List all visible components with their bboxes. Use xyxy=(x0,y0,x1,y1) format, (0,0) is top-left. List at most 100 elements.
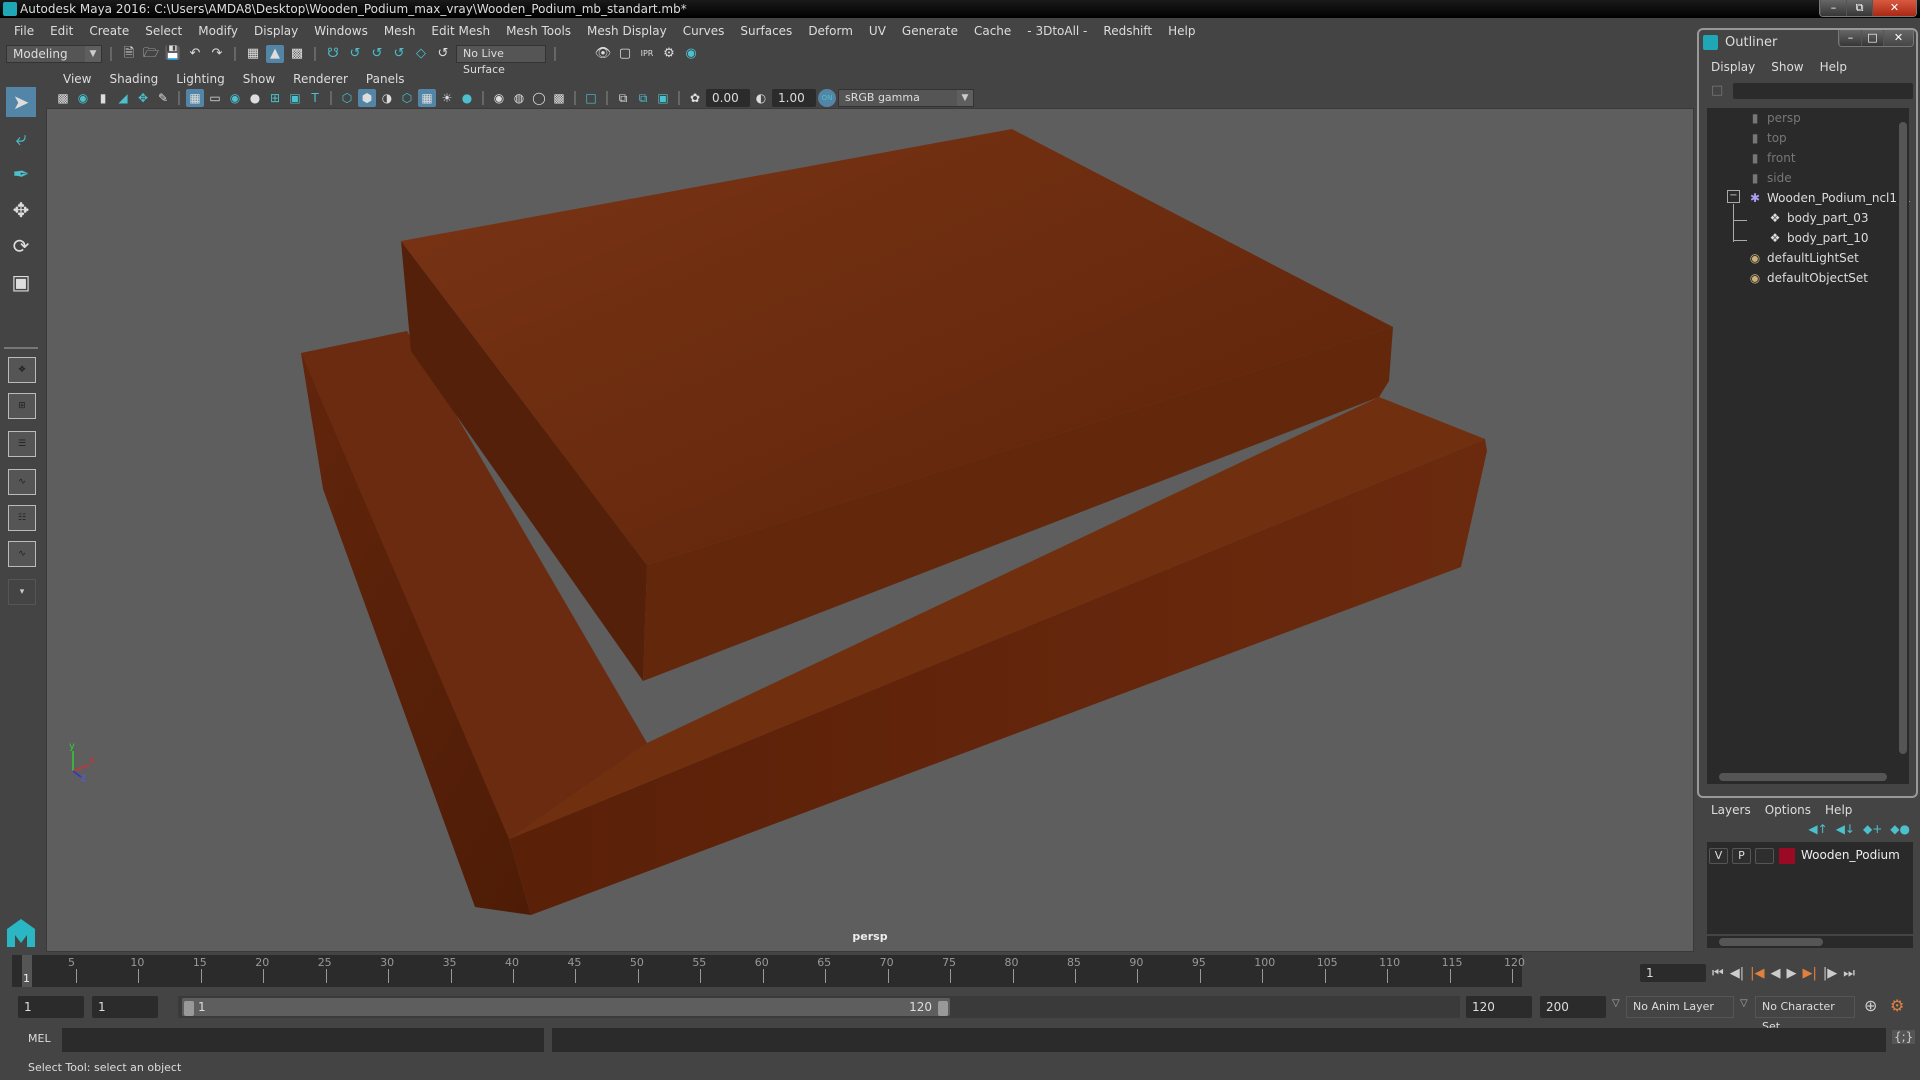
snap-grid-icon[interactable]: ☋ xyxy=(324,45,342,63)
redo-icon[interactable]: ↷ xyxy=(208,45,226,63)
image-plane-icon[interactable]: ◢ xyxy=(114,89,132,107)
xray-joints-icon[interactable]: ⧉ xyxy=(634,89,652,107)
outliner-minimize-button[interactable]: – xyxy=(1839,30,1861,46)
restore-button[interactable]: ⧉ xyxy=(1846,0,1872,16)
rotate-tool-icon[interactable]: ⟳ xyxy=(6,231,36,261)
scroll-thumb[interactable] xyxy=(1719,773,1887,781)
anti-aliasing-icon[interactable]: ◯ xyxy=(530,89,548,107)
menu-select[interactable]: Select xyxy=(137,24,190,38)
snap-surface-icon[interactable]: ◇ xyxy=(412,45,430,63)
outliner-item-default-light-set[interactable]: ◉ defaultLightSet xyxy=(1747,248,1859,268)
select-component-icon[interactable]: ▩ xyxy=(288,45,306,63)
menu-display[interactable]: Display xyxy=(246,24,306,38)
gamma-field[interactable]: 1.00 xyxy=(772,89,816,107)
render-current-icon[interactable]: ▢ xyxy=(616,45,634,63)
field-chart-icon[interactable]: ⊞ xyxy=(266,89,284,107)
mel-label[interactable]: MEL xyxy=(28,1032,51,1045)
xray-components-icon[interactable]: ▣ xyxy=(654,89,672,107)
anim-layer-dropdown[interactable]: No Anim Layer xyxy=(1626,996,1734,1018)
animation-preferences-icon[interactable]: ⚙ xyxy=(1890,996,1904,1015)
scroll-thumb[interactable] xyxy=(1719,938,1823,946)
range-slider[interactable]: 1 120 xyxy=(178,996,1460,1018)
auto-key-icon[interactable]: ⊕ xyxy=(1864,996,1877,1015)
scroll-thumb[interactable] xyxy=(1899,122,1907,754)
persp-graph-layout-icon[interactable]: ∿ xyxy=(8,469,36,495)
collapse-toggle-icon[interactable]: − xyxy=(1727,190,1740,203)
render-settings-icon[interactable]: ⚙ xyxy=(660,45,678,63)
save-scene-icon[interactable]: 💾 xyxy=(164,45,182,63)
select-hierarchy-icon[interactable]: ▦ xyxy=(244,45,262,63)
grease-pencil-icon[interactable]: ✎ xyxy=(154,89,172,107)
new-layer-icon[interactable]: ◆+ xyxy=(1863,822,1882,836)
safe-action-icon[interactable]: ▣ xyxy=(286,89,304,107)
menu-create[interactable]: Create xyxy=(81,24,137,38)
menu-file[interactable]: File xyxy=(6,24,42,38)
outliner-item-default-object-set[interactable]: ◉ defaultObjectSet xyxy=(1747,268,1868,288)
3d-viewport[interactable]: y x z persp xyxy=(46,108,1694,952)
snap-curve-icon[interactable]: ↺ xyxy=(346,45,364,63)
animation-start-field[interactable]: 1 xyxy=(18,996,84,1018)
go-to-end-icon[interactable]: ⏭ xyxy=(1843,966,1855,981)
render-view-icon[interactable]: 👁 xyxy=(594,45,612,63)
single-view-layout-icon[interactable]: ❖ xyxy=(8,357,36,383)
outliner-menu-show[interactable]: Show xyxy=(1771,60,1819,74)
step-forward-key-icon[interactable]: ▶| xyxy=(1802,966,1816,981)
xray-icon[interactable]: ⧉ xyxy=(614,89,632,107)
outliner-item-top[interactable]: ▮ top xyxy=(1747,128,1787,148)
menu-curves[interactable]: Curves xyxy=(675,24,733,38)
move-tool-icon[interactable]: ✥ xyxy=(6,195,36,225)
outliner-item-side[interactable]: ▮ side xyxy=(1747,168,1792,188)
outliner-vertical-scrollbar[interactable] xyxy=(1897,108,1909,770)
panel-menu-view[interactable]: View xyxy=(54,72,100,86)
menu-redshift[interactable]: Redshift xyxy=(1095,24,1160,38)
new-layer-from-selection-icon[interactable]: ◆● xyxy=(1890,822,1910,836)
layer-menu-layers[interactable]: Layers xyxy=(1711,803,1765,817)
live-surface-field[interactable]: No Live Surface xyxy=(456,45,546,76)
motion-blur-icon[interactable]: ◍ xyxy=(510,89,528,107)
panel-menu-panels[interactable]: Panels xyxy=(357,72,414,86)
range-slider-fill[interactable]: 1 120 xyxy=(182,998,950,1016)
isolate-select-icon[interactable]: □ xyxy=(582,89,600,107)
outliner-item-body-part-10[interactable]: ❖ body_part_10 xyxy=(1767,228,1869,248)
camera-attributes-icon[interactable]: ◉ xyxy=(74,89,92,107)
color-management-toggle-icon[interactable]: ON xyxy=(818,89,836,107)
filter-icon[interactable]: □ xyxy=(1711,83,1723,98)
2d-pan-zoom-icon[interactable]: ✥ xyxy=(134,89,152,107)
outliner-close-button[interactable]: ✕ xyxy=(1883,30,1913,46)
range-end-handle[interactable] xyxy=(938,1001,948,1016)
mel-input[interactable] xyxy=(62,1028,544,1052)
playback-end-field[interactable]: 120 xyxy=(1466,996,1532,1018)
play-forward-icon[interactable]: ▶ xyxy=(1786,966,1796,981)
play-backward-icon[interactable]: ◀ xyxy=(1770,966,1780,981)
outliner-maximize-button[interactable]: □ xyxy=(1861,30,1883,46)
playback-start-field[interactable]: 1 xyxy=(92,996,158,1018)
layer-color-swatch[interactable] xyxy=(1779,848,1795,864)
minimize-button[interactable]: – xyxy=(1820,0,1846,16)
scale-tool-icon[interactable]: ▣ xyxy=(6,267,36,297)
time-slider[interactable]: 1 5 10 15 20 25 30 35 40 45 50 55 60 65 70 75 80 85 90 95 1… xyxy=(12,955,1525,987)
menu-mesh-display[interactable]: Mesh Display xyxy=(579,24,675,38)
layer-menu-options[interactable]: Options xyxy=(1765,803,1825,817)
step-back-key-icon[interactable]: |◀ xyxy=(1750,966,1764,981)
outliner-menu-display[interactable]: Display xyxy=(1711,60,1771,74)
smooth-shade-icon[interactable]: ⬢ xyxy=(358,89,376,107)
menu-deform[interactable]: Deform xyxy=(800,24,861,38)
character-set-arrow-icon[interactable]: ▽ xyxy=(1740,998,1748,1009)
textured-icon[interactable]: ▦ xyxy=(418,89,436,107)
wireframe-on-shaded-icon[interactable]: ⬡ xyxy=(398,89,416,107)
grid-icon[interactable]: ▦ xyxy=(186,89,204,107)
layer-display-type-toggle[interactable] xyxy=(1755,848,1774,864)
select-object-icon[interactable]: ▲ xyxy=(266,45,284,63)
outliner-item-wooden-podium[interactable]: ✱ Wooden_Podium_ncl1_1 xyxy=(1747,188,1911,208)
lasso-tool-icon[interactable]: ⤶ xyxy=(6,123,36,153)
wireframe-icon[interactable]: ⬡ xyxy=(338,89,356,107)
panel-menu-renderer[interactable]: Renderer xyxy=(284,72,357,86)
outliner-menu-help[interactable]: Help xyxy=(1820,60,1863,74)
ipr-render-icon[interactable]: IPR xyxy=(638,45,656,63)
range-start-handle[interactable] xyxy=(184,1001,194,1016)
panel-menu-shading[interactable]: Shading xyxy=(100,72,167,86)
character-set-dropdown[interactable]: No Character Set xyxy=(1755,996,1855,1033)
snap-view-icon[interactable]: ↺ xyxy=(390,45,408,63)
layer-playback-toggle[interactable]: P xyxy=(1732,848,1751,864)
open-scene-icon[interactable]: 🗁 xyxy=(142,45,160,63)
